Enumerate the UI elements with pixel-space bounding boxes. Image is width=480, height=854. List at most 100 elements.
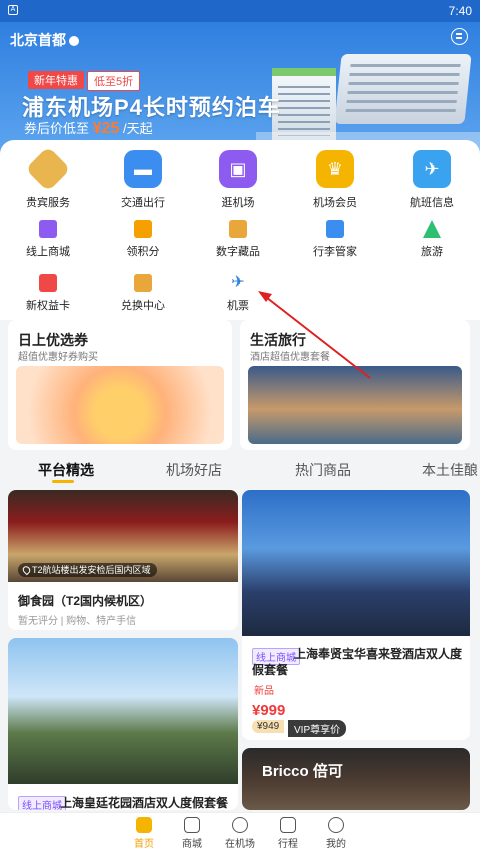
garden-hotel-image xyxy=(8,638,238,784)
shop-icon: ▣ xyxy=(219,150,257,188)
tab-hot-products[interactable]: 热门商品 xyxy=(295,460,351,480)
card-icon xyxy=(39,274,57,292)
product-card-restaurant[interactable]: Bricco 倍可 xyxy=(242,748,470,810)
restaurant-sign: Bricco 倍可 xyxy=(262,763,343,780)
discount-tag: 低至5折 xyxy=(87,71,141,91)
nav-label: 商城 xyxy=(182,839,202,850)
service-shopping[interactable]: ▣ 逛机场 xyxy=(198,150,278,210)
product-title: 上海奉贤宝华喜来登酒店双人度假套餐 xyxy=(252,647,463,677)
services-card: 贵宾服务 ▬ 交通出行 ▣ 逛机场 ♛ 机场会员 ✈ 航班信息 线上商城 领积分… xyxy=(0,140,480,320)
service-travel[interactable]: 旅游 xyxy=(392,220,472,259)
service-label: 行李管家 xyxy=(313,246,357,258)
vip-price-label: VIP尊享价 xyxy=(288,720,347,737)
nav-label: 首页 xyxy=(134,839,154,850)
terminal-building-image xyxy=(272,68,336,142)
service-vip[interactable]: 贵宾服务 xyxy=(8,146,88,210)
city-selector[interactable]: 北京首都 xyxy=(10,30,79,50)
nav-itinerary[interactable]: 行程 xyxy=(264,817,312,850)
original-price: ¥949 xyxy=(252,720,285,733)
tab-indicator xyxy=(52,480,74,483)
flight-board-icon: ✈ xyxy=(413,150,451,188)
diamond-icon xyxy=(25,146,71,192)
hero-sub-prefix: 券后价低至 xyxy=(24,121,90,136)
verified-icon xyxy=(69,36,79,46)
nav-at-airport[interactable]: 在机场 xyxy=(216,817,264,850)
luggage-icon xyxy=(326,220,344,238)
promo-title: 日上优选券 xyxy=(18,332,88,348)
car-icon: ▬ xyxy=(124,150,162,188)
service-label: 机场会员 xyxy=(313,197,357,209)
promo-subtitle: 超值优惠好券购买 xyxy=(18,352,98,363)
hero-sub-suffix: /天起 xyxy=(122,121,153,136)
product-title: 御食园（T2国内候机区） xyxy=(18,594,153,608)
hero-price: ¥25 xyxy=(92,120,120,137)
service-online-mall[interactable]: 线上商城 xyxy=(8,220,88,259)
menu-icon[interactable] xyxy=(451,28,468,45)
tab-local-wine[interactable]: 本土佳酿 xyxy=(422,460,478,480)
tab-airport-shops[interactable]: 机场好店 xyxy=(166,460,222,480)
service-label: 新权益卡 xyxy=(26,300,70,312)
nav-label: 在机场 xyxy=(225,839,255,850)
product-card-shop[interactable]: T2航站楼出发安检后国内区域 御食园（T2国内候机区） 暂无评分 | 购物、特产… xyxy=(8,490,238,630)
notification-icon: A xyxy=(8,5,18,15)
bag-icon xyxy=(39,220,57,238)
mountain-icon xyxy=(423,220,441,238)
online-mall-badge: 线上商城 xyxy=(18,796,66,810)
location-icon xyxy=(232,817,248,833)
product-subtitle: 暂无评分 | 购物、特产手信 xyxy=(18,616,137,627)
service-label: 领积分 xyxy=(126,246,160,258)
service-label: 交通出行 xyxy=(121,197,165,209)
hero-banner[interactable]: 北京首都 新年特惠 低至5折 浦东机场P4长时预约泊车 券后价低至 ¥25 /天… xyxy=(0,22,480,158)
nav-label: 我的 xyxy=(326,839,346,850)
status-time: 7:40 xyxy=(448,4,472,18)
product-card-hotel-garden[interactable]: 线上商城 上海皇廷花园酒店双人度假套餐 xyxy=(8,638,238,810)
category-tabs: 平台精选 机场好店 热门商品 本土佳酿 xyxy=(0,456,480,486)
service-label: 逛机场 xyxy=(221,197,255,209)
promo-title: 生活旅行 xyxy=(250,332,306,348)
product-title: 上海皇廷花园酒店双人度假套餐 xyxy=(60,796,229,810)
service-air-ticket[interactable]: ✈ 机票 xyxy=(198,274,278,313)
service-label: 数字藏品 xyxy=(216,246,260,258)
service-exchange[interactable]: 兑换中心 xyxy=(103,274,183,313)
promo-coupon-card[interactable]: 日上优选券 超值优惠好券购买 xyxy=(8,320,232,450)
hero-subtitle: 券后价低至 ¥25 /天起 xyxy=(24,118,153,138)
service-transport[interactable]: ▬ 交通出行 xyxy=(103,150,183,210)
service-points[interactable]: 领积分 xyxy=(103,220,183,259)
new-tag: 新品 xyxy=(254,686,274,697)
cube-icon xyxy=(229,220,247,238)
hotel-pool-image xyxy=(248,366,462,444)
plane-icon: ✈ xyxy=(231,274,245,291)
service-label: 航班信息 xyxy=(410,197,454,209)
service-label: 机票 xyxy=(227,300,249,312)
product-price: ¥999 xyxy=(252,702,286,719)
service-label: 旅游 xyxy=(421,246,443,258)
product-card-hotel-sheraton[interactable]: 线上商城 上海奉贤宝华喜来登酒店双人度假套餐 新品 ¥999 ¥949 VIP尊… xyxy=(242,490,470,740)
nav-profile[interactable]: 我的 xyxy=(312,817,360,850)
tab-platform-picks[interactable]: 平台精选 xyxy=(38,460,94,480)
service-label: 贵宾服务 xyxy=(26,197,70,209)
promo-subtitle: 酒店超值优惠套餐 xyxy=(250,352,330,363)
nav-mall[interactable]: 商城 xyxy=(168,817,216,850)
service-membership[interactable]: ♛ 机场会员 xyxy=(295,150,375,210)
service-label: 线上商城 xyxy=(26,246,70,258)
city-label: 北京首都 xyxy=(10,32,66,48)
calendar-icon xyxy=(280,817,296,833)
service-benefit-card[interactable]: 新权益卡 xyxy=(8,274,88,313)
crown-icon: ♛ xyxy=(316,150,354,188)
status-bar: A 7:40 xyxy=(0,0,480,22)
service-flight-info[interactable]: ✈ 航班信息 xyxy=(392,150,472,210)
nav-home[interactable]: 首页 xyxy=(120,817,168,850)
service-luggage[interactable]: 行李管家 xyxy=(295,220,375,259)
new-year-tag: 新年特惠 xyxy=(28,71,84,89)
exchange-icon xyxy=(134,274,152,292)
points-icon xyxy=(134,220,152,238)
location-pill: T2航站楼出发安检后国内区域 xyxy=(18,563,157,577)
service-digital-collectibles[interactable]: 数字藏品 xyxy=(198,220,278,259)
promo-travel-card[interactable]: 生活旅行 酒店超值优惠套餐 xyxy=(240,320,470,450)
parking-building-image xyxy=(334,54,472,124)
bag-icon xyxy=(184,817,200,833)
nav-label: 行程 xyxy=(278,839,298,850)
service-label: 兑换中心 xyxy=(121,300,165,312)
gift-box-image xyxy=(16,366,224,444)
home-icon xyxy=(136,817,152,833)
